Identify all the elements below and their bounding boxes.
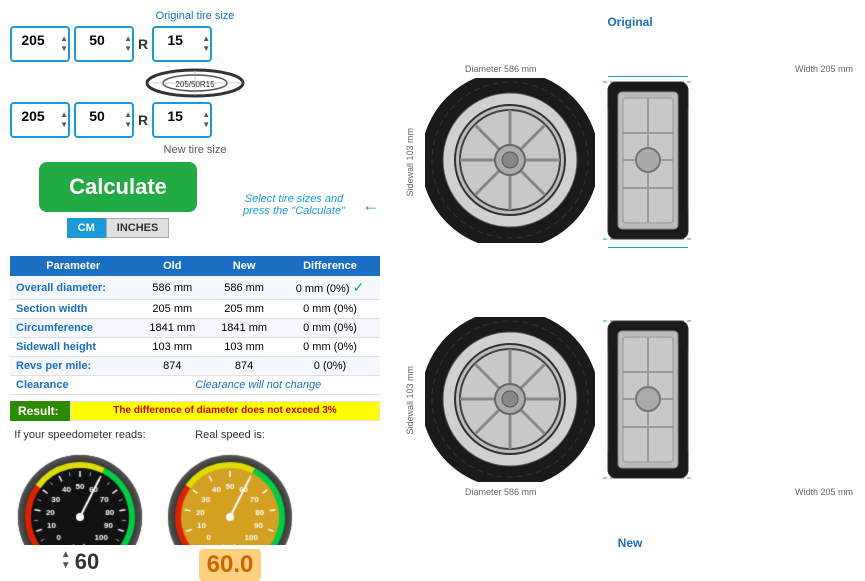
svg-text:205/50R15: 205/50R15 — [175, 80, 215, 89]
speedo-left-label: If your speedometer reads: — [14, 429, 145, 441]
r-label-new: R — [138, 112, 148, 128]
result-label: Result: — [10, 401, 70, 421]
new-front-tire-svg — [425, 317, 595, 482]
table-row: Section width205 mm205 mm0 mm (0%) — [10, 300, 380, 319]
orig-width-bracket-bottom — [608, 247, 688, 248]
speedo-left-canvas — [10, 445, 150, 545]
check-icon: ✓ — [353, 279, 365, 295]
new-diameter-label-bottom: Diameter 586 mm — [465, 487, 537, 497]
result-message: The difference of diameter does not exce… — [70, 401, 380, 421]
original-rim-wrap: 15 ▲▼ — [152, 26, 212, 62]
speedometer-right: Real speed is: 60.0 — [160, 429, 300, 581]
new-tire-inputs: 205 ▲▼ 50 ▲▼ R 15 ▲▼ — [10, 102, 380, 138]
col-header-new: New — [208, 256, 280, 276]
orig-side-tire-svg — [603, 78, 693, 243]
clearance-row: ClearanceClearance will not change — [10, 376, 380, 395]
old-cell: 586 mm — [136, 276, 208, 300]
right-panel: Original Diameter 586 mm Width 205 mm Si… — [390, 0, 865, 565]
table-row: Overall diameter:586 mm586 mm0 mm (0%) ✓ — [10, 276, 380, 300]
table-row: Sidewall height103 mm103 mm0 mm (0%) — [10, 338, 380, 357]
new-width-label-bottom: Width 205 mm — [795, 487, 853, 497]
original-width-wrap: 205 ▲▼ — [10, 26, 70, 62]
new-cell: 874 — [208, 357, 280, 376]
speedometer-left: If your speedometer reads: ▲▼ 60 — [10, 429, 150, 575]
clearance-label: Clearance — [10, 376, 136, 395]
orig-diameter-label-top: Diameter 586 mm — [465, 64, 537, 74]
old-cell: 1841 mm — [136, 319, 208, 338]
new-tires-section: Sidewall 103 mm — [405, 317, 855, 501]
param-cell: Section width — [10, 300, 136, 319]
original-profile-arrows[interactable]: ▲▼ — [124, 26, 132, 62]
new-rim-arrows[interactable]: ▲▼ — [202, 102, 210, 138]
params-table: Parameter Old New Difference Overall dia… — [10, 256, 380, 395]
param-cell: Circumference — [10, 319, 136, 338]
new-side-tire-wrap — [603, 317, 693, 485]
diff-cell: 0 mm (0%) — [280, 300, 380, 319]
orig-tire-row: Sidewall 103 mm — [405, 78, 855, 246]
calculate-button[interactable]: Calculate — [39, 162, 197, 212]
table-row: Revs per mile:8748740 (0%) — [10, 357, 380, 376]
orig-sidewall-label: Sidewall 103 mm — [405, 128, 415, 197]
diff-cell: 0 mm (0%) ✓ — [280, 276, 380, 300]
new-front-tire-wrap — [425, 317, 595, 485]
speedo-left-value-wrap: ▲▼ 60 — [61, 545, 99, 575]
new-tire-row: Sidewall 103 mm — [405, 317, 855, 485]
speedo-right-value-wrap: 60.0 — [199, 545, 262, 581]
speedometers-section: If your speedometer reads: ▲▼ 60 Real sp… — [10, 429, 380, 581]
tire-icon-area: 205/50R15 — [10, 68, 380, 98]
instruction-text: Select tire sizes and press the "Calcula… — [234, 193, 354, 217]
new-bottom-annotations: Diameter 586 mm Width 205 mm — [405, 487, 855, 501]
speedo-left-arrows[interactable]: ▲▼ — [61, 549, 71, 571]
orig-top-annotations: Diameter 586 mm Width 205 mm — [405, 64, 855, 78]
old-cell: 874 — [136, 357, 208, 376]
col-header-old: Old — [136, 256, 208, 276]
arrow-icon: ← — [362, 195, 380, 216]
col-header-diff: Difference — [280, 256, 380, 276]
param-cell: Overall diameter: — [10, 276, 136, 300]
original-rim-arrows[interactable]: ▲▼ — [202, 26, 210, 62]
cm-button[interactable]: CM — [67, 218, 106, 238]
original-tire-inputs: 205 ▲▼ 50 ▲▼ R 15 ▲▼ — [10, 26, 380, 62]
orig-side-tire-wrap — [603, 78, 693, 246]
clearance-value: Clearance will not change — [136, 376, 380, 395]
diff-cell: 0 mm (0%) — [280, 319, 380, 338]
new-cell: 586 mm — [208, 276, 280, 300]
new-rim-wrap: 15 ▲▼ — [152, 102, 212, 138]
diff-cell: 0 mm (0%) — [280, 338, 380, 357]
original-tires-section: Diameter 586 mm Width 205 mm Sidewall 10… — [405, 64, 855, 246]
speedo-left-value: 60 — [75, 549, 99, 575]
speedo-right-label: Real speed is: — [195, 429, 265, 441]
new-profile-wrap: 50 ▲▼ — [74, 102, 134, 138]
new-width-arrows[interactable]: ▲▼ — [60, 102, 68, 138]
new-width-wrap: 205 ▲▼ — [10, 102, 70, 138]
orig-front-tire-wrap — [425, 78, 595, 246]
table-row: Circumference1841 mm1841 mm0 mm (0%) — [10, 319, 380, 338]
speedo-right-value: 60.0 — [199, 549, 262, 581]
col-header-param: Parameter — [10, 256, 136, 276]
old-cell: 205 mm — [136, 300, 208, 319]
old-cell: 103 mm — [136, 338, 208, 357]
unit-toggle: CM INCHES — [10, 218, 226, 238]
new-profile-arrows[interactable]: ▲▼ — [124, 102, 132, 138]
speedo-right-canvas — [160, 445, 300, 545]
new-tire-label: New tire size — [10, 144, 380, 156]
new-cell: 205 mm — [208, 300, 280, 319]
param-cell: Sidewall height — [10, 338, 136, 357]
new-cell: 103 mm — [208, 338, 280, 357]
param-cell: Revs per mile: — [10, 357, 136, 376]
new-side-tire-svg — [603, 317, 693, 482]
r-label-original: R — [138, 36, 148, 52]
original-tire-label: Original tire size — [10, 10, 380, 22]
new-diagram-title: New — [405, 536, 855, 550]
new-cell: 1841 mm — [208, 319, 280, 338]
original-width-arrows[interactable]: ▲▼ — [60, 26, 68, 62]
orig-width-label-top: Width 205 mm — [795, 64, 853, 74]
original-profile-wrap: 50 ▲▼ — [74, 26, 134, 62]
new-sidewall-label: Sidewall 103 mm — [405, 366, 415, 435]
diff-cell: 0 (0%) — [280, 357, 380, 376]
inches-button[interactable]: INCHES — [106, 218, 170, 238]
original-diagram-title: Original — [405, 15, 855, 29]
orig-front-tire-svg — [425, 78, 595, 243]
result-area: Result: The difference of diameter does … — [10, 401, 380, 421]
